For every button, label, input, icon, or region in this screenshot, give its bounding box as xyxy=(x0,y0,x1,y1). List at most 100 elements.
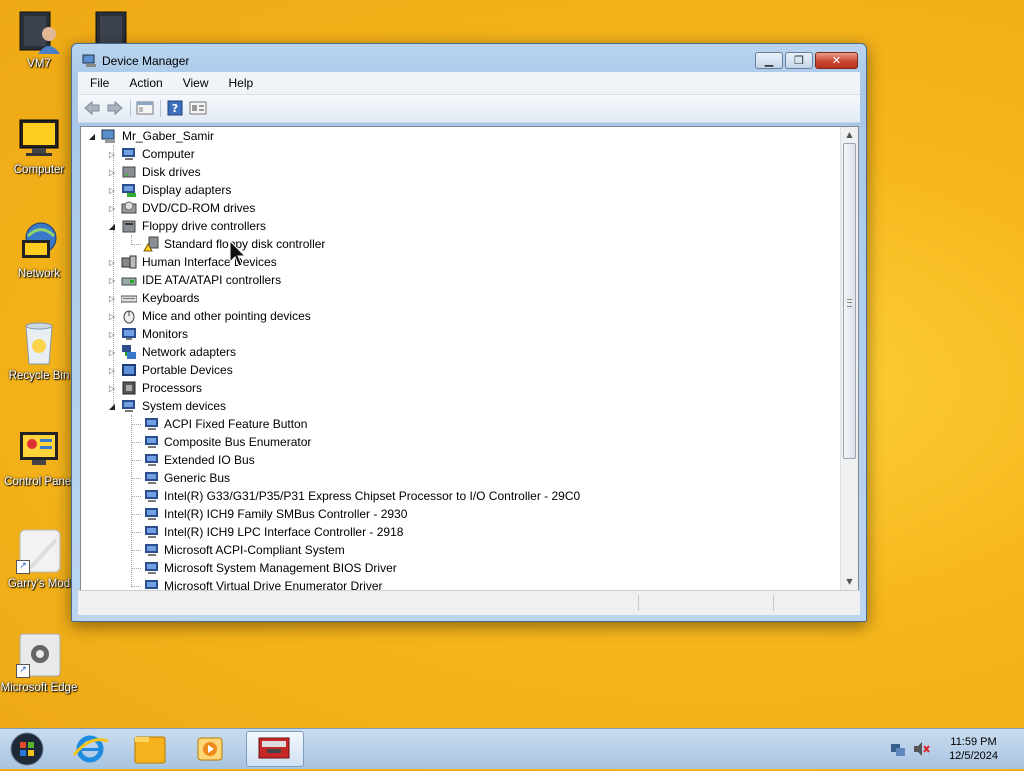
view-icon[interactable] xyxy=(189,100,207,116)
close-button[interactable]: ✕ xyxy=(815,52,858,69)
scrollbar-thumb[interactable] xyxy=(843,143,856,459)
properties-icon[interactable] xyxy=(136,100,154,116)
category-label: Computer xyxy=(142,147,195,161)
desktop-icon-garrys-mod[interactable]: ↗ Garry's Mod xyxy=(0,528,78,591)
tree-category-ide[interactable]: ▷ IDE ATA/ATAPI controllers xyxy=(107,271,281,289)
scroll-up-icon[interactable]: ▲ xyxy=(841,127,858,143)
tree-device[interactable]: ACPI Fixed Feature Button xyxy=(129,415,307,433)
collapse-arrow-icon[interactable]: ◢ xyxy=(107,222,117,231)
mouse-icon xyxy=(121,308,137,324)
tree-device[interactable]: Microsoft Virtual Drive Enumerator Drive… xyxy=(129,577,383,590)
warning-device-icon xyxy=(143,236,159,252)
system-device-icon xyxy=(143,560,159,576)
system-device-icon xyxy=(143,470,159,486)
expand-arrow-icon[interactable]: ▷ xyxy=(107,258,117,267)
desktop-icon-network[interactable]: Network xyxy=(0,218,78,281)
device-label: Intel(R) ICH9 Family SMBus Controller - … xyxy=(164,507,408,521)
device-manager-window[interactable]: Device Manager ▁ ❐ ✕ File Action View He… xyxy=(71,43,867,622)
collapse-arrow-icon[interactable]: ◢ xyxy=(107,402,117,411)
tree-device[interactable]: Intel(R) G33/G31/P35/P31 Express Chipset… xyxy=(129,487,580,505)
volume-muted-icon[interactable] xyxy=(913,741,931,761)
computer-icon xyxy=(101,128,117,144)
desktop-icon-recycle-bin[interactable]: Recycle Bin xyxy=(0,320,78,383)
tree-device[interactable]: Intel(R) ICH9 LPC Interface Controller -… xyxy=(129,523,403,541)
forward-icon[interactable] xyxy=(106,100,124,116)
tree-device-floppy-controller[interactable]: Standard floppy disk controller xyxy=(129,235,325,253)
category-label: Disk drives xyxy=(142,165,201,179)
expand-arrow-icon[interactable]: ▷ xyxy=(107,330,117,339)
desktop-icon-microsoft-edge[interactable]: ↗ Microsoft Edge xyxy=(0,632,78,695)
tree-device[interactable]: Microsoft ACPI-Compliant System xyxy=(129,541,345,559)
tree-category-floppy-controllers[interactable]: ◢ Floppy drive controllers xyxy=(107,217,266,235)
menu-file[interactable]: File xyxy=(78,76,117,90)
tree-category-dvd-cdrom[interactable]: ▷ DVD/CD-ROM drives xyxy=(107,199,255,217)
tree-device[interactable]: Microsoft System Management BIOS Driver xyxy=(129,559,397,577)
tree-device[interactable]: Composite Bus Enumerator xyxy=(129,433,311,451)
device-label: Composite Bus Enumerator xyxy=(164,435,312,449)
expand-arrow-icon[interactable]: ▷ xyxy=(107,186,117,195)
tree-device[interactable]: Intel(R) ICH9 Family SMBus Controller - … xyxy=(129,505,407,523)
tree-category-mice[interactable]: ▷ Mice and other pointing devices xyxy=(107,307,311,325)
taskbar-file-explorer[interactable] xyxy=(122,731,178,767)
expand-arrow-icon[interactable]: ▷ xyxy=(107,366,117,375)
start-button[interactable] xyxy=(0,731,54,767)
expand-arrow-icon[interactable]: ▷ xyxy=(107,312,117,321)
back-icon[interactable] xyxy=(83,100,101,116)
expand-arrow-icon[interactable]: ▷ xyxy=(107,150,117,159)
network-tray-icon[interactable] xyxy=(890,741,906,761)
clock-date: 12/5/2024 xyxy=(949,750,998,762)
scroll-down-icon[interactable]: ▼ xyxy=(841,574,858,590)
microsoft-edge-icon: ↗ xyxy=(16,632,62,678)
tree-device[interactable]: Generic Bus xyxy=(129,469,230,487)
dvd-drive-icon xyxy=(121,200,137,216)
expand-arrow-icon[interactable]: ▷ xyxy=(107,168,117,177)
tree-category-system-devices[interactable]: ◢ System devices xyxy=(107,397,226,415)
desktop-icon-control-panel[interactable]: Control Panel xyxy=(0,426,78,489)
title-bar[interactable]: Device Manager ▁ ❐ ✕ xyxy=(72,44,866,74)
tree-category-portable-devices[interactable]: ▷ Portable Devices xyxy=(107,361,233,379)
minimize-button[interactable]: ▁ xyxy=(755,52,783,69)
expand-arrow-icon[interactable]: ▷ xyxy=(107,294,117,303)
tree-root[interactable]: ◢ Mr_Gaber_Samir xyxy=(87,127,214,145)
system-clock[interactable]: 11:59 PM 12/5/2024 xyxy=(949,735,998,763)
tree-category-hid[interactable]: ▷ Human Interface Devices xyxy=(107,253,277,271)
computer-icon xyxy=(121,146,137,162)
taskbar-device-manager[interactable] xyxy=(246,731,304,767)
menu-action[interactable]: Action xyxy=(117,76,170,90)
expand-arrow-icon[interactable]: ▷ xyxy=(107,276,117,285)
taskbar-media-player[interactable] xyxy=(182,731,238,767)
collapse-arrow-icon[interactable]: ◢ xyxy=(87,132,97,141)
desktop-icon-computer[interactable]: Computer xyxy=(0,114,78,177)
expand-arrow-icon[interactable]: ▷ xyxy=(107,384,117,393)
category-label: Network adapters xyxy=(142,345,237,359)
desktop-icon-label: Control Panel xyxy=(4,476,74,488)
tree-category-processors[interactable]: ▷ Processors xyxy=(107,379,202,397)
category-label: System devices xyxy=(142,399,227,413)
desktop-icon-vm7[interactable]: VM7 xyxy=(0,8,78,71)
restore-icon: ❐ xyxy=(794,54,804,67)
clock-time: 11:59 PM xyxy=(950,736,997,748)
tree-category-disk-drives[interactable]: ▷ Disk drives xyxy=(107,163,201,181)
file-explorer-icon xyxy=(134,736,166,764)
shortcut-arrow-icon: ↗ xyxy=(16,560,30,574)
menu-view[interactable]: View xyxy=(171,76,217,90)
network-icon xyxy=(16,218,62,264)
help-icon[interactable]: ? xyxy=(166,100,184,116)
tree-category-monitors[interactable]: ▷ Monitors xyxy=(107,325,188,343)
tree-category-keyboards[interactable]: ▷ Keyboards xyxy=(107,289,199,307)
menu-help[interactable]: Help xyxy=(217,76,262,90)
tree-category-network-adapters[interactable]: ▷ Network adapters xyxy=(107,343,236,361)
tree-category-computer[interactable]: ▷ Computer xyxy=(107,145,195,163)
tree-category-display-adapters[interactable]: ▷ Display adapters xyxy=(107,181,231,199)
close-icon: ✕ xyxy=(831,54,842,67)
expand-arrow-icon[interactable]: ▷ xyxy=(107,348,117,357)
vertical-scrollbar[interactable]: ▲ ▼ xyxy=(840,127,858,590)
taskbar-internet-explorer[interactable] xyxy=(62,731,118,767)
device-manager-icon xyxy=(82,53,98,67)
expand-arrow-icon[interactable]: ▷ xyxy=(107,204,117,213)
maximize-button[interactable]: ❐ xyxy=(785,52,813,69)
device-tree[interactable]: ◢ Mr_Gaber_Samir ▷ Computer ▷ Disk drive… xyxy=(80,126,859,591)
category-label: IDE ATA/ATAPI controllers xyxy=(142,273,282,287)
tree-root-label: Mr_Gaber_Samir xyxy=(122,129,215,143)
tree-device[interactable]: Extended IO Bus xyxy=(129,451,255,469)
